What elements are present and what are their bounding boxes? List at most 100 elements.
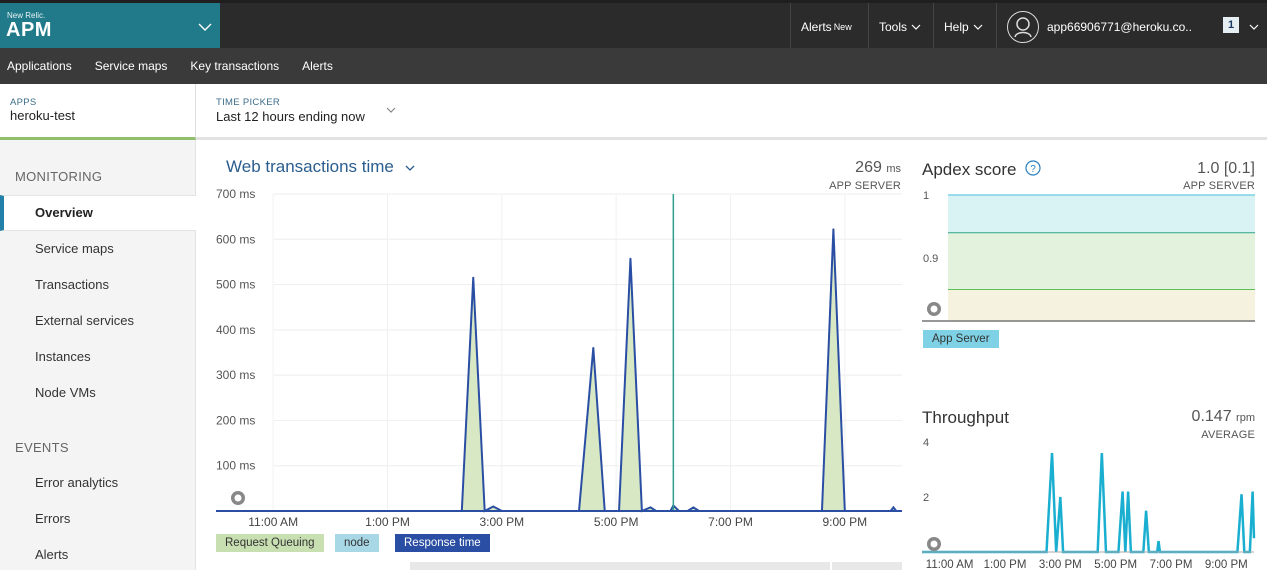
brand-apm-text: APM	[6, 19, 52, 41]
x-tick-label: 5:00 PM	[594, 515, 639, 529]
chart-zoom-icon[interactable]	[231, 491, 245, 505]
y-tick-label: 100 ms	[216, 459, 255, 473]
help-icon[interactable]: ?	[1025, 160, 1041, 176]
throughput-line	[922, 452, 1256, 554]
sidebar-item-transactions[interactable]: Transactions	[35, 277, 109, 292]
throughput-chart: 4 2 11:00 AM 1:00 PM 3:00 PM 5:00 PM 7:00 PM 9:…	[922, 437, 1256, 570]
zoom-icon-inner	[930, 540, 938, 548]
sidebar-item-instances[interactable]: Instances	[35, 349, 91, 364]
chart-title-dropdown[interactable]: Web transactions time	[226, 157, 415, 177]
sidebar-item-errors[interactable]: Errors	[35, 511, 70, 526]
y-tick-label: 4	[923, 437, 929, 449]
sidebar-item-alerts[interactable]: Alerts	[35, 547, 68, 562]
apdex-good-band	[948, 232, 1255, 290]
x-tick-label: 11:00 AM	[248, 515, 298, 529]
apm-brand-menu[interactable]: New Relic. APM	[0, 3, 220, 51]
bottom-scrollbar-track	[832, 562, 902, 570]
notification-count-badge[interactable]: 1	[1223, 17, 1239, 33]
x-tick-label: 9:00 PM	[1205, 559, 1248, 570]
events-section-label: EVENTS	[15, 440, 69, 455]
x-tick-label: 5:00 PM	[1094, 559, 1137, 570]
sidebar-item-error-analytics[interactable]: Error analytics	[35, 475, 118, 490]
x-tick-label: 9:00 PM	[822, 515, 867, 529]
alerts-menu[interactable]: Alerts New	[790, 3, 862, 51]
legend-response-time[interactable]: Response time	[395, 534, 490, 552]
y-tick-label: 500 ms	[216, 278, 255, 292]
subnav-key-transactions[interactable]: Key transactions	[190, 59, 279, 73]
x-tick-label: 7:00 PM	[708, 515, 753, 529]
apdex-fair-band	[948, 289, 1255, 321]
app-name: heroku-test	[10, 108, 76, 123]
x-tick-label: 1:00 PM	[365, 515, 410, 529]
tools-menu[interactable]: Tools	[868, 3, 931, 51]
response-time-point	[629, 257, 632, 260]
y-tick-label: 1	[923, 190, 929, 202]
web-chart-value: 269	[855, 159, 882, 176]
sidebar-item-external-services[interactable]: External services	[35, 313, 134, 328]
x-tick-label: 7:00 PM	[1150, 559, 1193, 570]
response-time-point	[832, 228, 835, 231]
apdex-excellent-band	[948, 195, 1255, 233]
sub-navigation: Applications Service maps Key transactio…	[0, 48, 1267, 84]
time-picker-label: TIME PICKER	[216, 97, 281, 108]
user-avatar-icon	[1007, 11, 1039, 43]
context-bar: APPS heroku-test TIME PICKER Last 12 hou…	[0, 84, 1267, 140]
response-time-point	[592, 346, 595, 349]
web-transactions-chart: 700 ms 600 ms 500 ms 400 ms 300 ms 200 ms 100 …	[216, 187, 902, 529]
sidebar: MONITORING Overview Service maps Transac…	[0, 140, 196, 570]
response-time-line	[216, 229, 902, 513]
web-chart-unit: ms	[886, 163, 901, 175]
sidebar-item-overview[interactable]: Overview	[35, 205, 93, 220]
chart-zoom-icon[interactable]	[927, 302, 941, 316]
alerts-new-badge: New	[833, 22, 852, 32]
sidebar-item-service-maps[interactable]: Service maps	[35, 241, 114, 256]
x-tick-label: 3:00 PM	[479, 515, 524, 529]
help-menu-label: Help	[944, 20, 969, 34]
apdex-value: 1.0 [0.1]	[1197, 160, 1255, 177]
bottom-scrollbar[interactable]	[410, 562, 830, 570]
subnav-service-maps[interactable]: Service maps	[95, 59, 168, 73]
chart-zoom-icon[interactable]	[927, 537, 941, 551]
sidebar-active-highlight	[0, 195, 196, 231]
app-selector[interactable]: APPS heroku-test	[0, 84, 196, 140]
chart-title: Web transactions time	[226, 157, 394, 176]
x-tick-label: 3:00 PM	[1039, 559, 1082, 570]
monitoring-section-label: MONITORING	[15, 169, 103, 184]
throughput-title: Throughput	[922, 408, 1009, 427]
y-tick-label: 200 ms	[216, 413, 255, 427]
x-tick-label: 11:00 AM	[926, 559, 974, 570]
chevron-down-icon	[198, 23, 212, 31]
x-tick-label: 1:00 PM	[984, 559, 1027, 570]
chevron-down-icon	[1249, 24, 1259, 30]
user-menu[interactable]: app66906771@heroku.co.. 1	[996, 3, 1267, 51]
subnav-applications[interactable]: Applications	[7, 59, 72, 73]
apdex-title: Apdex score	[922, 160, 1017, 179]
legend-node[interactable]: node	[335, 534, 379, 552]
zoom-icon-inner	[930, 305, 938, 313]
alerts-menu-label: Alerts	[801, 20, 832, 34]
apps-label: APPS	[10, 97, 37, 108]
throughput-value: 0.147	[1191, 408, 1232, 425]
top-bar: New Relic. APM Alerts New Tools Help app6…	[0, 0, 1267, 51]
help-menu[interactable]: Help	[933, 3, 993, 51]
zoom-icon-inner	[234, 494, 242, 502]
legend-request-queuing[interactable]: Request Queuing	[216, 534, 324, 552]
y-tick-label: 0.9	[923, 253, 938, 265]
request-queuing-area	[216, 229, 902, 511]
time-picker-value: Last 12 hours ending now	[216, 109, 365, 124]
y-tick-label: 400 ms	[216, 323, 255, 337]
y-tick-label: 700 ms	[216, 187, 255, 201]
sidebar-item-node-vms[interactable]: Node VMs	[35, 385, 96, 400]
legend-app-server[interactable]: App Server	[923, 330, 999, 348]
subnav-alerts[interactable]: Alerts	[302, 59, 333, 73]
user-email: app66906771@heroku.co..	[1047, 20, 1192, 34]
y-tick-label: 600 ms	[216, 232, 255, 246]
chevron-down-icon	[973, 24, 983, 30]
chevron-down-icon	[386, 107, 396, 113]
y-tick-label: 300 ms	[216, 368, 255, 382]
time-picker[interactable]: TIME PICKER Last 12 hours ending now	[206, 84, 406, 134]
web-chart-summary: 269 ms	[855, 159, 901, 177]
throughput-summary: 0.147 rpm	[1192, 408, 1255, 426]
chevron-down-icon	[911, 24, 921, 30]
response-time-point	[472, 276, 475, 279]
